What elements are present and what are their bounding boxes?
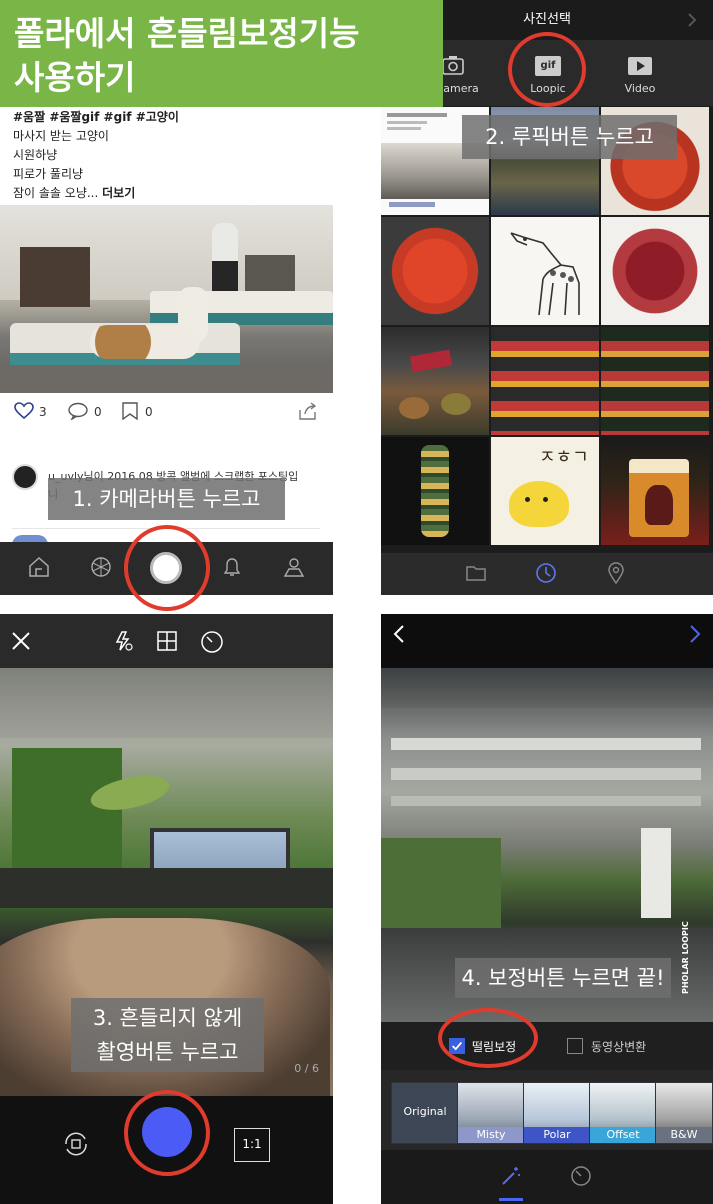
convert-video-label[interactable]: 동영상변환: [591, 1038, 646, 1055]
flip-camera-icon[interactable]: [60, 1128, 92, 1160]
editor-bottom-bar: [381, 1150, 713, 1204]
photo-thumbnail[interactable]: [601, 217, 709, 325]
watermark: PHOLAR LOOPIC: [681, 921, 690, 995]
post-actions: 3 0 0: [14, 400, 324, 426]
active-tab-indicator: [499, 1198, 523, 1201]
comment-icon[interactable]: [68, 402, 88, 420]
step-caption: 1. 카메라버튼 누르고: [48, 478, 285, 520]
bell-icon[interactable]: [219, 554, 245, 580]
edit-options: 떨림보정 동영상변환: [381, 1022, 713, 1070]
photo-thumbnail[interactable]: [491, 327, 599, 435]
close-icon[interactable]: [10, 630, 32, 652]
flash-off-icon[interactable]: [112, 630, 134, 652]
filter-original[interactable]: Original: [391, 1082, 459, 1144]
shot-counter: 0 / 6: [294, 1062, 319, 1075]
editor-screen: PHOLAR LOOPIC 떨림보정 동영상변환 Original Misty …: [381, 614, 713, 1204]
convert-video-checkbox[interactable]: [567, 1038, 583, 1054]
picker-bottom-bar: [381, 553, 713, 595]
photo-thumbnail[interactable]: [381, 327, 489, 435]
magic-wand-icon[interactable]: [499, 1164, 523, 1188]
highlight-ring: [124, 1090, 210, 1176]
tab-video[interactable]: Video: [600, 82, 680, 95]
bookmark-icon[interactable]: [120, 402, 140, 420]
highlight-ring: [438, 1008, 538, 1068]
avatar[interactable]: [12, 464, 38, 490]
more-link[interactable]: 더보기: [102, 186, 135, 200]
comment-count: 0: [94, 405, 102, 419]
filter-strip: Original Misty Polar Offset B&W: [381, 1070, 713, 1150]
page-title: 폴라에서 흔들림보정기능 사용하기: [0, 0, 443, 107]
photo-thumbnail[interactable]: [381, 437, 489, 545]
next-icon[interactable]: [687, 624, 703, 644]
post-line: 시원하냥: [13, 148, 58, 162]
history-icon[interactable]: [569, 1164, 593, 1188]
post-photo[interactable]: [0, 205, 333, 393]
filter-offset[interactable]: Offset: [589, 1082, 657, 1144]
step-caption: 4. 보정버튼 누르면 끝!: [455, 958, 671, 998]
camera-toolbar: [0, 614, 333, 668]
step-caption: 2. 루픽버튼 누르고: [462, 115, 677, 159]
photo-thumbnail[interactable]: ㅈㅎㄱ: [491, 437, 599, 545]
photo-grid: ㅈㅎㄱ: [381, 107, 713, 552]
filter-misty[interactable]: Misty: [457, 1082, 525, 1144]
highlight-ring: [508, 32, 586, 107]
location-icon[interactable]: [606, 562, 626, 584]
doodle-text: ㅈㅎㄱ: [539, 447, 589, 468]
explore-icon[interactable]: [88, 554, 114, 580]
photo-thumbnail[interactable]: [381, 217, 489, 325]
timer-icon[interactable]: [200, 630, 224, 654]
giraffe-drawing: [510, 232, 580, 316]
post-line-last: 잠이 솔솔 오냥... 더보기: [13, 186, 136, 200]
back-icon[interactable]: [391, 624, 407, 644]
editor-toolbar: [381, 614, 713, 668]
photo-thumbnail[interactable]: [601, 437, 709, 545]
share-icon[interactable]: [298, 402, 318, 420]
post-line: 피로가 풀리냥: [13, 167, 84, 181]
profile-icon[interactable]: [281, 554, 307, 580]
photo-thumbnail[interactable]: [601, 327, 709, 435]
photo-thumbnail[interactable]: [491, 217, 599, 325]
post-tags: #움짤 #움짤gif #gif #고양이: [13, 110, 179, 124]
chevron-right-icon[interactable]: [684, 12, 700, 28]
heart-icon[interactable]: [14, 402, 34, 420]
grid-icon[interactable]: [156, 630, 178, 652]
video-icon[interactable]: [627, 56, 653, 76]
aspect-ratio-button[interactable]: 1:1: [234, 1128, 270, 1162]
highlight-ring: [124, 525, 210, 611]
clock-icon[interactable]: [535, 562, 557, 584]
post-line: 마사지 받는 고양이: [13, 129, 109, 143]
home-icon[interactable]: [26, 554, 52, 580]
post-caption: #움짤 #움짤gif #gif #고양이 마사지 받는 고양이 시원하냥 피로가…: [13, 108, 323, 203]
step-caption: 3. 흔들리지 않게 촬영버튼 누르고: [71, 998, 264, 1072]
filter-polar[interactable]: Polar: [523, 1082, 591, 1144]
bookmark-count: 0: [145, 405, 153, 419]
filter-bw[interactable]: B&W: [655, 1082, 713, 1144]
camera-icon[interactable]: [441, 54, 465, 76]
folder-icon[interactable]: [465, 563, 487, 583]
like-count: 3: [39, 405, 47, 419]
